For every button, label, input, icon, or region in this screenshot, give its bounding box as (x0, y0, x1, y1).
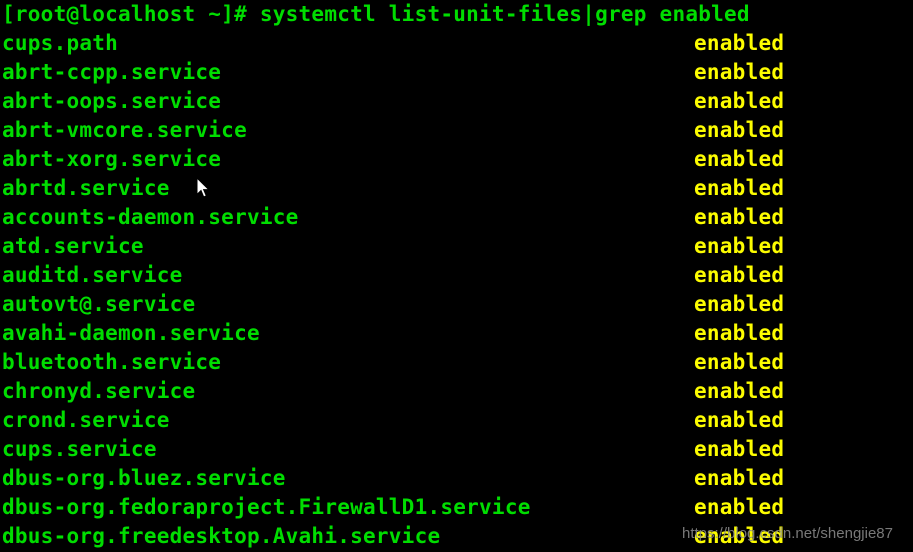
unit-file-state: enabled (694, 176, 785, 200)
unit-file-name: autovt@.service (2, 292, 196, 316)
unit-file-state: enabled (694, 379, 785, 403)
unit-file-state: enabled (694, 147, 785, 171)
unit-file-state: enabled (694, 89, 785, 113)
unit-file-state: enabled (694, 234, 785, 258)
unit-file-name: accounts-daemon.service (2, 205, 299, 229)
unit-file-row: abrtd.service enabled (0, 174, 913, 203)
unit-file-name: crond.service (2, 408, 170, 432)
unit-file-state: enabled (694, 292, 785, 316)
unit-file-state: enabled (694, 205, 785, 229)
unit-file-row: cups.path enabled (0, 29, 913, 58)
unit-file-state: enabled (694, 350, 785, 374)
unit-file-state: enabled (694, 118, 785, 142)
unit-file-name: abrt-ccpp.service (2, 60, 222, 84)
unit-file-name: chronyd.service (2, 379, 196, 403)
unit-file-row: abrt-xorg.service enabled (0, 145, 913, 174)
unit-file-name: abrt-vmcore.service (2, 118, 247, 142)
unit-file-row: crond.service enabled (0, 406, 913, 435)
unit-file-name: abrtd.service (2, 176, 170, 200)
unit-file-row: abrt-ccpp.service enabled (0, 58, 913, 87)
unit-file-name: atd.service (2, 234, 144, 258)
unit-file-row: dbus-org.fedoraproject.FirewallD1.servic… (0, 493, 913, 522)
unit-file-row: bluetooth.service enabled (0, 348, 913, 377)
unit-file-name: bluetooth.service (2, 350, 222, 374)
watermark-text: https://blog.csdn.net/shengjie87 (682, 525, 893, 542)
unit-file-name: abrt-oops.service (2, 89, 222, 113)
unit-file-name: cups.service (2, 437, 157, 461)
unit-file-state: enabled (694, 408, 785, 432)
unit-file-row: accounts-daemon.service enabled (0, 203, 913, 232)
unit-file-name: cups.path (2, 31, 119, 55)
unit-file-state: enabled (694, 263, 785, 287)
unit-file-name: dbus-org.fedoraproject.FirewallD1.servic… (2, 495, 531, 519)
unit-file-row: abrt-oops.service enabled (0, 87, 913, 116)
unit-file-state: enabled (694, 31, 785, 55)
unit-file-row: autovt@.service enabled (0, 290, 913, 319)
unit-file-row: atd.service enabled (0, 232, 913, 261)
unit-file-row: chronyd.service enabled (0, 377, 913, 406)
unit-file-name: dbus-org.freedesktop.Avahi.service (2, 524, 441, 548)
unit-file-row: auditd.service enabled (0, 261, 913, 290)
unit-file-state: enabled (694, 60, 785, 84)
unit-file-name: avahi-daemon.service (2, 321, 260, 345)
unit-file-state: enabled (694, 321, 785, 345)
unit-file-row: abrt-vmcore.service enabled (0, 116, 913, 145)
unit-file-name: auditd.service (2, 263, 183, 287)
command-output: cups.path enabled abrt-ccpp.service enabled… (0, 29, 913, 551)
unit-file-name: dbus-org.bluez.service (2, 466, 286, 490)
command-prompt-line: [root@localhost ~]# systemctl list-unit-… (2, 2, 750, 26)
unit-file-row: cups.service enabled (0, 435, 913, 464)
unit-file-state: enabled (694, 466, 785, 490)
unit-file-row: dbus-org.bluez.service enabled (0, 464, 913, 493)
unit-file-state: enabled (694, 495, 785, 519)
unit-file-row: avahi-daemon.service enabled (0, 319, 913, 348)
unit-file-name: abrt-xorg.service (2, 147, 222, 171)
unit-file-state: enabled (694, 437, 785, 461)
terminal-window[interactable]: [root@localhost ~]# systemctl list-unit-… (0, 0, 913, 552)
